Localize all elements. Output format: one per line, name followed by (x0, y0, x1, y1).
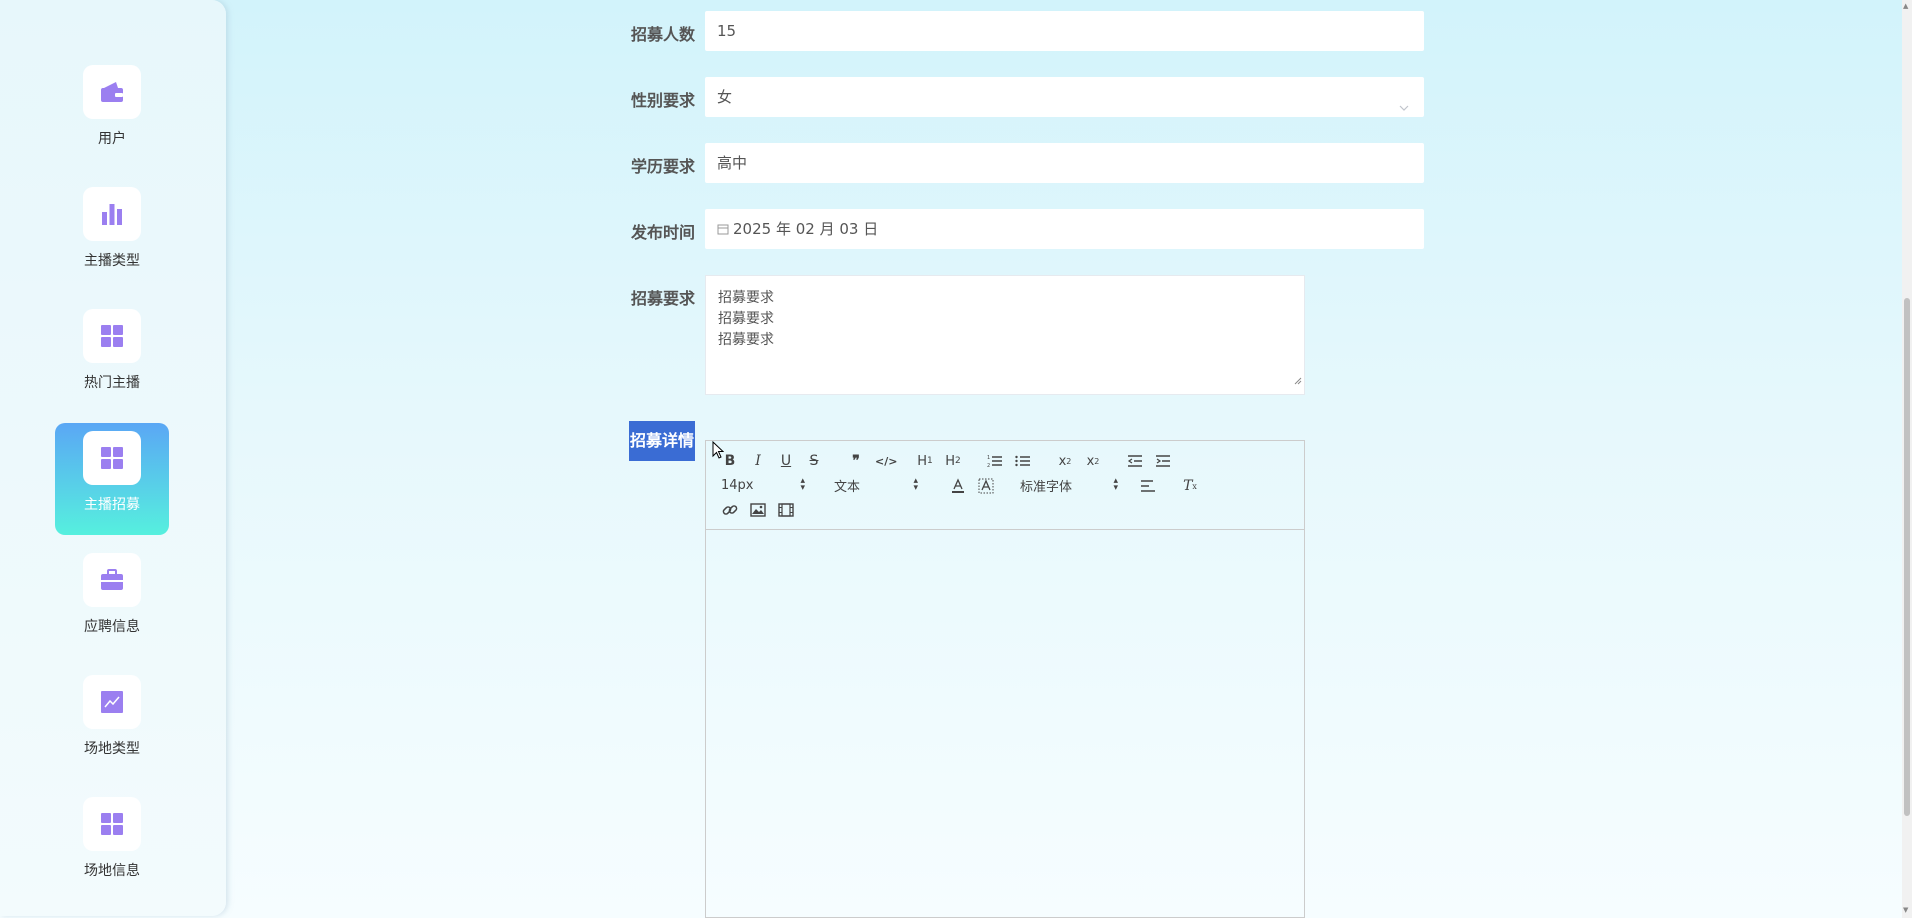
sidebar-item-label: 热门主播 (84, 375, 140, 391)
textarea-line: 招募要求 (718, 311, 774, 327)
select-arrows-icon: ▴ ▾ (1113, 476, 1118, 493)
code-block-icon[interactable]: </> (875, 452, 897, 470)
sidebar-item-label: 主播招募 (84, 497, 140, 513)
scroll-down-icon[interactable]: ▼ (1903, 906, 1908, 914)
font-family-value: 标准字体 (1020, 479, 1073, 495)
select-arrows-icon: ▴ ▾ (913, 476, 918, 493)
sidebar-item-label: 应聘信息 (84, 619, 140, 635)
sidebar-item-hot-anchors[interactable]: 热门主播 (55, 301, 169, 413)
sidebar-item-label: 场地信息 (84, 863, 140, 879)
publish-date-picker[interactable]: 2025 年 02 月 03 日 (705, 209, 1424, 249)
heading-1-icon[interactable]: H1 (916, 452, 934, 470)
link-icon[interactable] (721, 501, 739, 519)
education-input[interactable]: 高中 (705, 143, 1424, 183)
sidebar-item-label: 主播类型 (84, 253, 140, 269)
line-chart-icon (83, 675, 141, 729)
italic-icon[interactable]: I (749, 452, 767, 470)
superscript-icon[interactable]: x2 (1084, 452, 1102, 470)
align-icon[interactable] (1139, 477, 1157, 495)
sidebar-item-label: 场地类型 (84, 741, 140, 757)
indent-icon[interactable] (1154, 452, 1172, 470)
briefcase-icon (83, 553, 141, 607)
recruit-count-input[interactable]: 15 (705, 11, 1424, 51)
font-size-value: 14px (721, 477, 754, 493)
editor-content-area[interactable] (706, 530, 1304, 917)
grid-icon (83, 797, 141, 851)
scroll-up-icon[interactable]: ▲ (1903, 2, 1908, 10)
sidebar-item-anchor-types[interactable]: 主播类型 (55, 179, 169, 291)
scrollbar-thumb[interactable] (1904, 298, 1910, 816)
details-label: 招募详情 (629, 421, 695, 461)
rich-text-editor: B I U S ❞ </> H1 H2 12 x2 x2 14px ▴ ▾ 文本 … (705, 440, 1305, 918)
textarea-line: 招募要求 (718, 332, 774, 348)
sidebar-item-users[interactable]: 用户 (55, 57, 169, 169)
sidebar-item-anchor-recruit[interactable]: 主播招募 (55, 423, 169, 535)
select-arrows-icon: ▴ ▾ (800, 476, 805, 493)
sidebar-item-venue-info[interactable]: 场地信息 (55, 789, 169, 901)
bar-chart-icon (83, 187, 141, 241)
block-type-select[interactable]: 文本 ▴ ▾ (834, 476, 918, 495)
svg-text:1: 1 (987, 455, 990, 461)
strikethrough-icon[interactable]: S (805, 452, 823, 470)
sidebar-item-label: 用户 (98, 131, 126, 147)
outdent-icon[interactable] (1126, 452, 1144, 470)
image-icon[interactable] (749, 501, 767, 519)
font-family-select[interactable]: 标准字体 ▴ ▾ (1020, 476, 1118, 495)
mouse-cursor-icon (712, 440, 725, 463)
editor-toolbar: B I U S ❞ </> H1 H2 12 x2 x2 14px ▴ ▾ 文本 … (706, 441, 1304, 530)
education-label: 学历要求 (630, 157, 695, 176)
publish-date-label: 发布时间 (630, 223, 695, 242)
sidebar: 用户 主播类型 热门主播 主播招募 应聘信息 场地类型 场地信息 (0, 0, 226, 916)
resize-handle-icon[interactable] (1294, 371, 1302, 392)
block-type-value: 文本 (834, 479, 861, 495)
underline-icon[interactable]: U (777, 452, 795, 470)
wallet-icon (83, 65, 141, 119)
chevron-down-icon (1398, 89, 1410, 129)
gender-label: 性别要求 (630, 91, 695, 110)
subscript-icon[interactable]: x2 (1056, 452, 1074, 470)
sidebar-item-applications[interactable]: 应聘信息 (55, 545, 169, 657)
requirements-textarea[interactable]: 招募要求 招募要求 招募要求 (705, 275, 1305, 395)
svg-text:2: 2 (987, 463, 990, 468)
ordered-list-icon[interactable]: 12 (986, 452, 1004, 470)
publish-date-value: 2025 年 02 月 03 日 (733, 220, 879, 238)
grid-icon (83, 431, 141, 485)
bullet-list-icon[interactable] (1014, 452, 1032, 470)
blockquote-icon[interactable]: ❞ (847, 452, 865, 470)
textarea-line: 招募要求 (718, 290, 774, 306)
font-size-select[interactable]: 14px ▴ ▾ (721, 477, 805, 493)
video-icon[interactable] (777, 501, 795, 519)
gender-select[interactable]: 女 (705, 77, 1424, 117)
clear-format-icon[interactable]: Tx (1181, 477, 1199, 495)
font-color-icon[interactable] (949, 477, 967, 495)
heading-2-icon[interactable]: H2 (944, 452, 962, 470)
sidebar-item-venue-types[interactable]: 场地类型 (55, 667, 169, 779)
requirements-label: 招募要求 (630, 289, 695, 308)
gender-value: 女 (717, 88, 733, 106)
recruit-count-label: 招募人数 (630, 25, 695, 44)
background-color-icon[interactable] (977, 477, 995, 495)
grid-icon (83, 309, 141, 363)
calendar-icon (717, 210, 729, 250)
